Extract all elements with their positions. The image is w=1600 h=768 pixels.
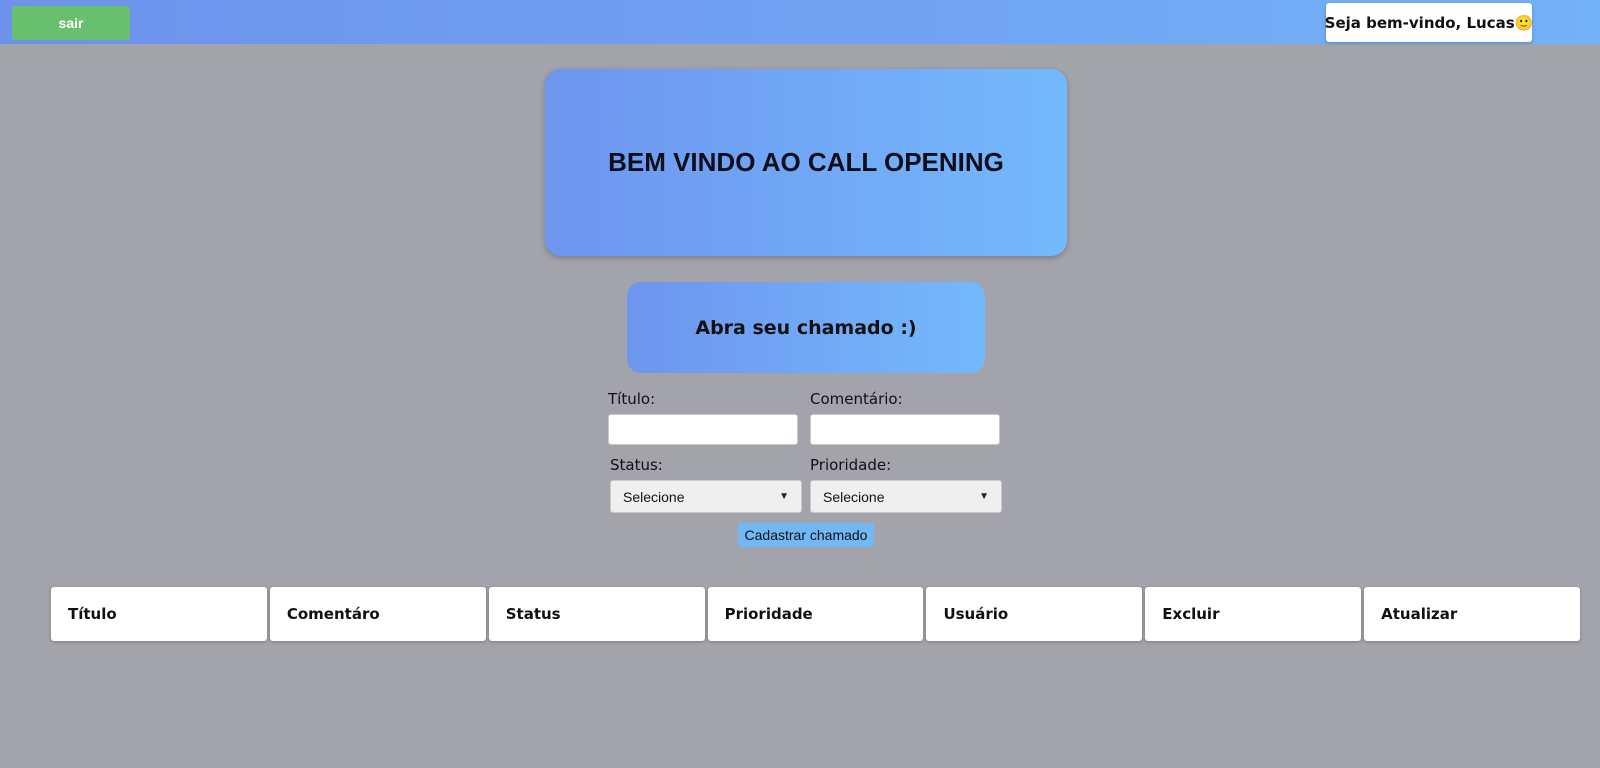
- column-header-titulo: Título: [51, 587, 267, 641]
- status-select[interactable]: Selecione ▼: [610, 480, 802, 513]
- column-header-status: Status: [488, 587, 705, 641]
- top-bar: sair Seja bem-vindo, Lucas🙂: [0, 0, 1600, 44]
- column-header-atualizar: Atualizar: [1364, 587, 1581, 641]
- welcome-message: Seja bem-vindo, Lucas🙂: [1325, 3, 1533, 42]
- titulo-label: Título:: [608, 390, 656, 408]
- chevron-down-icon: ▼: [779, 491, 789, 502]
- form-heading: Abra seu chamado :): [695, 316, 917, 339]
- logout-button[interactable]: sair: [12, 6, 130, 40]
- column-header-excluir: Excluir: [1145, 587, 1362, 641]
- column-header-usuario: Usuário: [926, 587, 1143, 641]
- titulo-input[interactable]: [608, 414, 798, 445]
- comentario-input[interactable]: [810, 414, 1000, 445]
- column-header-comentario: Comentáro: [269, 587, 486, 641]
- prioridade-select-value: Selecione: [823, 488, 885, 505]
- column-header-prioridade: Prioridade: [707, 587, 924, 641]
- comentario-label: Comentário:: [810, 390, 903, 408]
- submit-ticket-button[interactable]: Cadastrar chamado: [738, 523, 874, 547]
- tickets-table-header: Título Comentáro Status Prioridade Usuár…: [51, 587, 1581, 641]
- hero-banner: BEM VINDO AO CALL OPENING: [545, 69, 1067, 256]
- status-label: Status:: [610, 456, 663, 474]
- chevron-down-icon: ▼: [979, 491, 989, 502]
- status-select-value: Selecione: [623, 488, 685, 505]
- prioridade-select[interactable]: Selecione ▼: [810, 480, 1002, 513]
- hero-title: BEM VINDO AO CALL OPENING: [608, 147, 1004, 177]
- form-heading-banner: Abra seu chamado :): [627, 282, 985, 373]
- prioridade-label: Prioridade:: [810, 456, 892, 474]
